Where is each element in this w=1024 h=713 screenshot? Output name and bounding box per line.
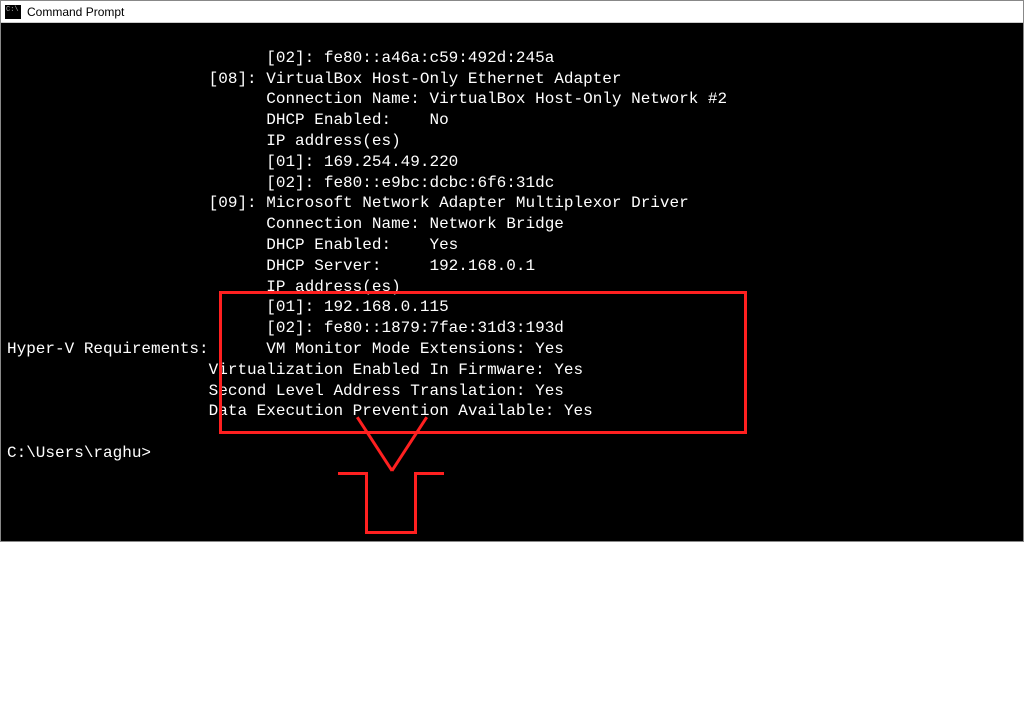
window-title: Command Prompt (27, 5, 124, 19)
hyperv-label: Hyper-V Requirements: (7, 340, 209, 358)
output-line: [02]: fe80::e9bc:dcbc:6f6:31dc (7, 174, 554, 192)
command-prompt: C:\Users\raghu> (7, 444, 151, 462)
window-titlebar[interactable]: Command Prompt (1, 1, 1023, 23)
annotation-arrow (7, 547, 1017, 693)
hyperv-line: Virtualization Enabled In Firmware: Yes (7, 361, 583, 379)
cmd-icon (5, 5, 21, 19)
hyperv-line: Data Execution Prevention Available: Yes (7, 402, 593, 420)
output-line: Connection Name: Network Bridge (7, 215, 564, 233)
arrow-base-right (414, 472, 444, 475)
terminal-output[interactable]: [02]: fe80::a46a:c59:492d:245a [08]: Vir… (1, 23, 1023, 541)
output-line: Connection Name: VirtualBox Host-Only Ne… (7, 90, 727, 108)
output-line: [01]: 169.254.49.220 (7, 153, 458, 171)
output-line: [02]: fe80::1879:7fae:31d3:193d (7, 319, 564, 337)
hyperv-line: Second Level Address Translation: Yes (7, 382, 564, 400)
output-line: DHCP Enabled: Yes (7, 236, 458, 254)
arrow-stem (365, 472, 417, 534)
output-line: IP address(es) (7, 278, 401, 296)
arrow-right-diagonal (391, 416, 428, 471)
output-line: IP address(es) (7, 132, 401, 150)
output-line: [08]: VirtualBox Host-Only Ethernet Adap… (7, 70, 622, 88)
arrow-base-left (338, 472, 368, 475)
output-line: [09]: Microsoft Network Adapter Multiple… (7, 194, 689, 212)
hyperv-line: VM Monitor Mode Extensions: Yes (209, 340, 564, 358)
output-line: [02]: fe80::a46a:c59:492d:245a (7, 49, 554, 67)
output-line: DHCP Server: 192.168.0.1 (7, 257, 535, 275)
output-line: [01]: 192.168.0.115 (7, 298, 449, 316)
output-line: DHCP Enabled: No (7, 111, 449, 129)
arrow-left-diagonal (356, 416, 393, 471)
